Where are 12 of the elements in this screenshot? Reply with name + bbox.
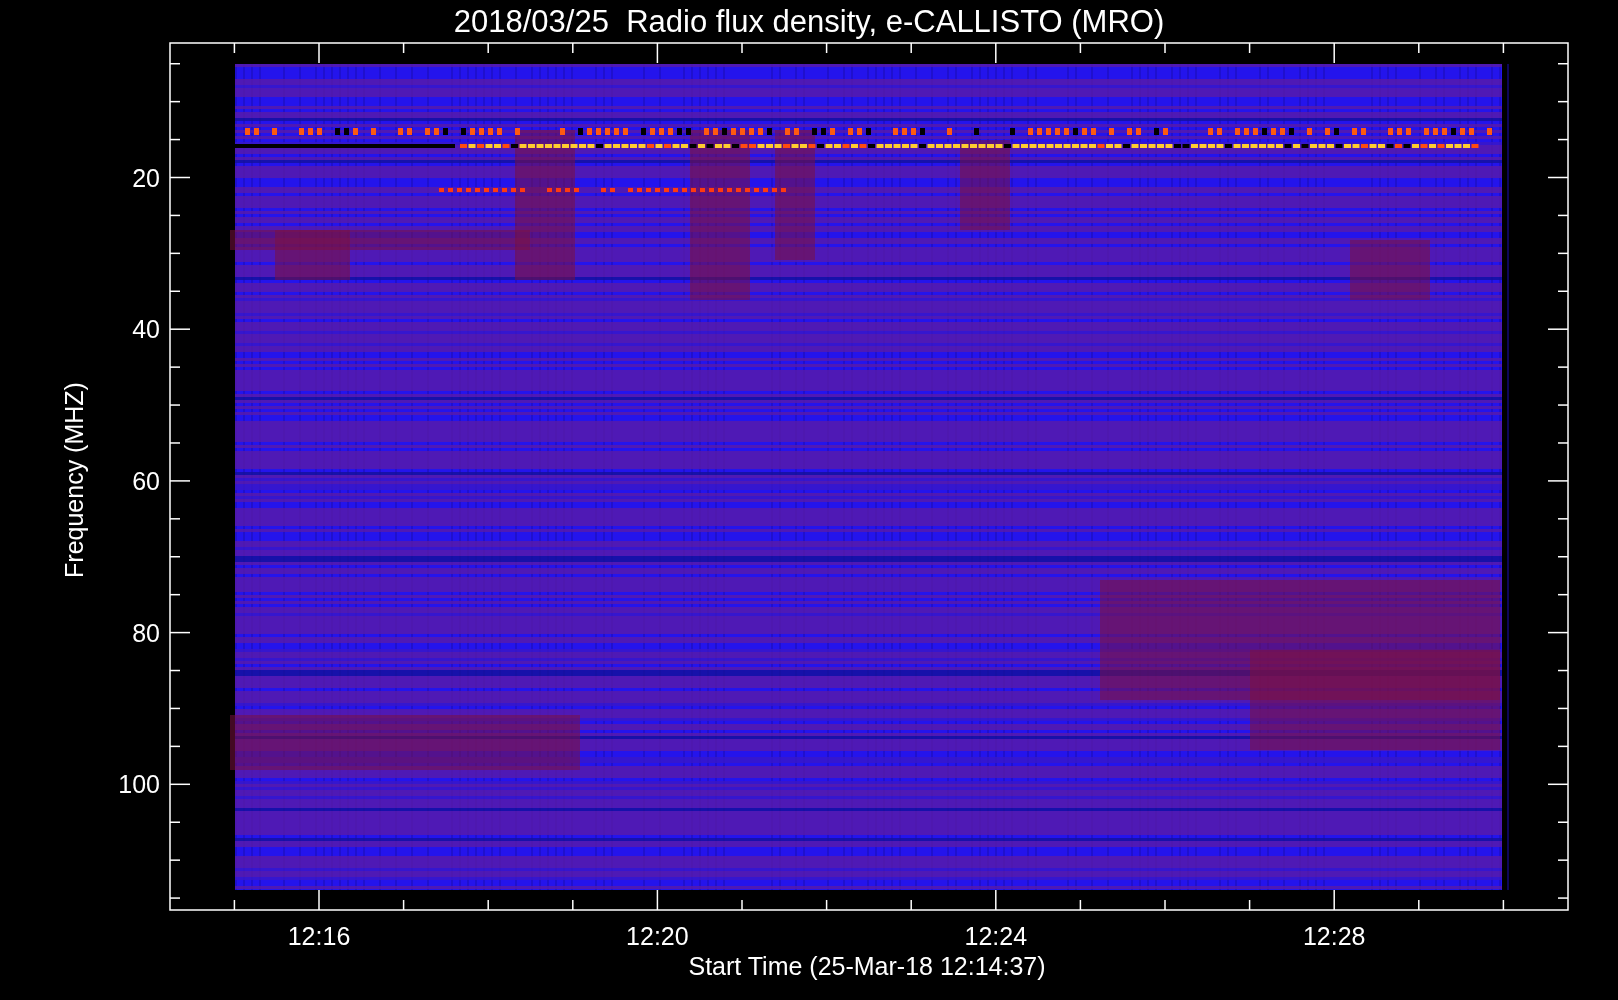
x-tick-label: 12:16 bbox=[287, 922, 351, 950]
y-tick-label: 20 bbox=[132, 163, 160, 192]
x-axis-label: Start Time (25-Mar-18 12:14:37) bbox=[688, 952, 1046, 980]
y-tick-label: 100 bbox=[118, 770, 160, 799]
x-tick-label: 12:24 bbox=[964, 922, 1028, 950]
x-tick-label: 12:20 bbox=[626, 922, 689, 950]
x-tick-label: 12:28 bbox=[1302, 922, 1366, 950]
y-tick-label: 60 bbox=[132, 466, 160, 495]
y-tick-label: 40 bbox=[132, 315, 160, 344]
y-axis-label: Frequency (MHZ) bbox=[60, 382, 88, 578]
chart-title: 2018/03/25 Radio flux density, e-CALLISTO (MRO) bbox=[453, 4, 1165, 39]
y-tick-label: 80 bbox=[132, 618, 160, 647]
